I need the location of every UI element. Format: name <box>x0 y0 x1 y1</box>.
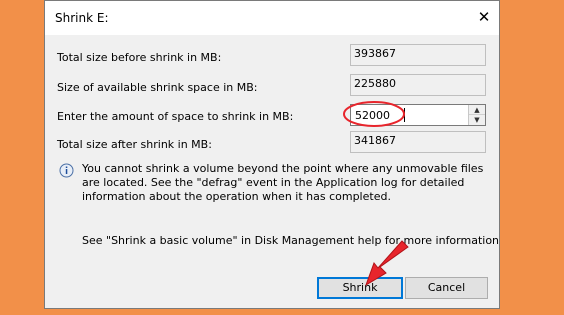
available-label: Size of available shrink space in MB: <box>57 81 258 94</box>
total-after-value: 341867 <box>350 131 486 153</box>
total-before-value: 393867 <box>350 44 486 66</box>
close-button[interactable]: ✕ <box>471 5 497 29</box>
total-before-label: Total size before shrink in MB: <box>57 51 222 64</box>
spin-down-button[interactable]: ▼ <box>469 115 485 125</box>
dialog-title: Shrink E: <box>55 11 109 25</box>
available-value: 225880 <box>350 74 486 96</box>
red-arrow-annotation <box>365 240 409 287</box>
info-icon <box>59 163 74 178</box>
title-bar: Shrink E: ✕ <box>45 1 499 35</box>
info-message: You cannot shrink a volume beyond the po… <box>82 162 484 203</box>
shrink-dialog: Shrink E: ✕ Total size before shrink in … <box>44 0 500 309</box>
amount-label: Enter the amount of space to shrink in M… <box>57 110 294 123</box>
total-after-label: Total size after shrink in MB: <box>57 138 212 151</box>
highlight-ellipse <box>343 101 405 127</box>
spin-up-button[interactable]: ▲ <box>469 105 485 115</box>
help-message: See "Shrink a basic volume" in Disk Mana… <box>82 234 500 247</box>
spin-buttons: ▲ ▼ <box>468 105 485 125</box>
